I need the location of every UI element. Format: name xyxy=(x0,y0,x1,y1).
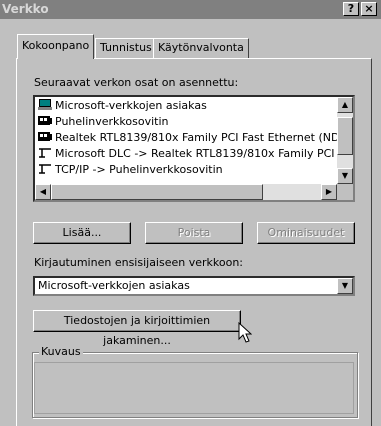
cursor-arrow-icon xyxy=(238,322,252,343)
window-title: Verkko xyxy=(2,2,49,16)
list-item-label: TCP/IP -> Puhelinverkkosovitin xyxy=(55,163,223,176)
list-item-label: Microsoft DLC -> Realtek RTL8139/810x Fa… xyxy=(55,147,355,160)
chevron-down-icon[interactable]: ▼ xyxy=(337,278,353,294)
horizontal-scrollbar[interactable]: ◀ ▶ xyxy=(35,184,337,200)
list-item-label: Realtek RTL8139/810x Family PCI Fast Eth… xyxy=(55,131,355,144)
title-bar[interactable]: Verkko ? × xyxy=(0,0,381,19)
add-button-label: Lisää... xyxy=(62,226,102,239)
list-item-label: Puhelinverkkosovitin xyxy=(55,115,169,128)
tab-tunnistus[interactable]: Tunnistus xyxy=(95,38,157,58)
close-button[interactable]: × xyxy=(361,2,377,16)
list-item[interactable]: TCP/IP -> Puhelinverkkosovitin xyxy=(38,162,223,178)
primary-logon-select[interactable]: Microsoft-verkkojen asiakas ▼ xyxy=(33,276,355,296)
network-dialog: Verkko ? × Kokoonpano Tunnistus Käytönva… xyxy=(0,0,381,426)
primary-logon-value: Microsoft-verkkojen asiakas xyxy=(38,279,190,292)
scroll-left-icon[interactable]: ◀ xyxy=(35,184,51,200)
protocol-icon xyxy=(38,147,52,158)
vertical-scrollbar[interactable]: ▲ ▼ xyxy=(337,97,353,184)
description-text xyxy=(34,362,354,414)
file-print-sharing-button[interactable]: Tiedostojen ja kirjoittimien jakaminen..… xyxy=(33,310,241,347)
list-item[interactable]: Microsoft DLC -> Realtek RTL8139/810x Fa… xyxy=(38,146,355,162)
list-item[interactable]: Realtek RTL8139/810x Family PCI Fast Eth… xyxy=(38,130,355,146)
tab-kokoonpano[interactable]: Kokoonpano xyxy=(17,34,95,59)
scroll-thumb[interactable] xyxy=(51,184,263,200)
scroll-right-icon[interactable]: ▶ xyxy=(321,184,337,200)
components-list[interactable]: Microsoft-verkkojen asiakas Puhelinverkk… xyxy=(33,95,355,202)
logon-label: Kirjautuminen ensisijaiseen verkkoon: xyxy=(34,256,244,269)
help-button[interactable]: ? xyxy=(343,2,359,16)
scroll-down-icon[interactable]: ▼ xyxy=(337,168,353,184)
description-caption: Kuvaus xyxy=(39,345,83,358)
properties-button[interactable]: Ominaisuudet xyxy=(257,222,355,244)
scroll-corner xyxy=(337,184,353,200)
scroll-up-icon[interactable]: ▲ xyxy=(337,97,353,113)
client-icon xyxy=(38,99,52,110)
scroll-thumb[interactable] xyxy=(337,117,353,155)
components-label: Seuraavat verkon osat on asennettu: xyxy=(34,76,239,89)
remove-button-label: Poista xyxy=(177,226,211,239)
tab-kaytonvalvonta[interactable]: Käytönvalvonta xyxy=(153,38,249,58)
list-item-label: Microsoft-verkkojen asiakas xyxy=(55,99,207,112)
protocol-icon xyxy=(38,163,52,174)
add-button[interactable]: Lisää... xyxy=(33,222,131,244)
adapter-icon xyxy=(38,131,52,142)
remove-button[interactable]: Poista xyxy=(145,222,243,244)
adapter-icon xyxy=(38,115,52,126)
properties-button-label: Ominaisuudet xyxy=(267,226,345,239)
list-item[interactable]: Puhelinverkkosovitin xyxy=(38,114,168,130)
list-item[interactable]: Microsoft-verkkojen asiakas xyxy=(38,98,207,114)
